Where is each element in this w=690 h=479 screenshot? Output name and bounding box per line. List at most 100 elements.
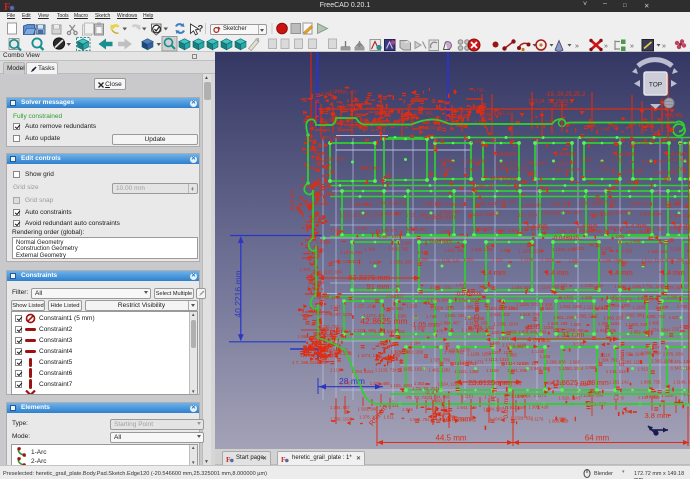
svg-text:1 349, 345: 1 349, 345 <box>556 228 576 233</box>
svg-text:1163, 122, 1882: 1163, 122, 1882 <box>486 306 519 311</box>
svg-text:1.4 mm: 1.4 mm <box>614 151 636 158</box>
svg-text:1 936: 1 936 <box>581 295 592 300</box>
svg-text:1 971, 1376: 1 971, 1376 <box>360 213 383 218</box>
svg-text:1 485: 1 485 <box>463 305 474 310</box>
svg-text:1 370: 1 370 <box>300 267 311 272</box>
svg-text:1 1169: 1 1169 <box>486 368 499 373</box>
svg-text:1 562, 480: 1 562, 480 <box>381 211 401 216</box>
svg-text:1 276: 1 276 <box>599 166 610 171</box>
svg-text:1 415, 1115: 1 415, 1115 <box>670 213 690 218</box>
svg-text:1 1010: 1 1010 <box>541 257 554 262</box>
svg-text:1 106: 1 106 <box>364 246 375 251</box>
svg-text:1 1257, 746: 1 1257, 746 <box>554 160 577 165</box>
svg-text:1 531: 1 531 <box>330 228 341 233</box>
svg-text:1 851, 168: 1 851, 168 <box>406 213 426 218</box>
svg-text:»: » <box>604 43 608 50</box>
svg-text:▩1314,1313: ▩1314,1313 <box>501 361 527 366</box>
svg-text:1 1095: 1 1095 <box>612 234 625 239</box>
svg-text:1 1153: 1 1153 <box>536 186 549 191</box>
svg-text:1 493: 1 493 <box>418 257 429 262</box>
svg-text:?: ? <box>198 24 204 35</box>
svg-text:1 819, 730: 1 819, 730 <box>520 312 540 317</box>
svg-text:1 1200: 1 1200 <box>488 330 501 335</box>
svg-text:1, 197, 228, 230: 1, 197, 228, 230 <box>300 353 333 358</box>
svg-text:1 229: 1 229 <box>407 304 418 309</box>
svg-text:»: » <box>575 43 579 50</box>
svg-text:1 1006: 1 1006 <box>629 284 642 289</box>
svg-text:1 1071, 172: 1 1071, 172 <box>495 160 518 165</box>
svg-text:1 299: 1 299 <box>440 229 451 234</box>
svg-text:1 749: 1 749 <box>677 304 688 309</box>
svg-text:1 991, 940: 1 991, 940 <box>507 368 527 373</box>
svg-text:1 485: 1 485 <box>649 321 660 326</box>
svg-text:1 746: 1 746 <box>340 380 351 385</box>
svg-text:1.4 mm: 1.4 mm <box>576 223 598 230</box>
svg-text:1 386: 1 386 <box>500 248 511 253</box>
svg-text:83.3375 mm: 83.3375 mm <box>348 273 390 282</box>
svg-text:1 658: 1 658 <box>586 365 597 370</box>
svg-text:1 206: 1 206 <box>667 294 678 299</box>
svg-text:44.5 mm: 44.5 mm <box>435 434 466 443</box>
svg-text:1 425, 1087: 1 425, 1087 <box>422 201 445 206</box>
svg-text:1 181: 1 181 <box>513 344 524 349</box>
svg-text:1 275, 121: 1 275, 121 <box>612 296 632 301</box>
svg-text:1 282, 142: 1 282, 142 <box>609 380 629 385</box>
svg-text:1 522: 1 522 <box>370 260 381 265</box>
svg-text:1 1155, 1028: 1 1155, 1028 <box>400 367 425 372</box>
svg-text:1 1328: 1 1328 <box>560 295 573 300</box>
svg-text:1 1263, 380: 1 1263, 380 <box>621 313 644 318</box>
svg-text:0.05 mm: 0.05 mm <box>503 393 510 418</box>
svg-text:5 mm: 5 mm <box>619 350 626 366</box>
svg-text:1 482, 1281: 1 482, 1281 <box>428 368 451 373</box>
svg-text:42.8625 mm: 42.8625 mm <box>360 316 407 326</box>
svg-text:1 1121, 731: 1 1121, 731 <box>662 114 684 119</box>
svg-text:1 674: 1 674 <box>581 157 592 162</box>
svg-text:1 543, 1311: 1 543, 1311 <box>430 284 452 289</box>
svg-text:1 583, 454: 1 583, 454 <box>446 202 466 207</box>
svg-text:1.4 mm: 1.4 mm <box>661 270 685 277</box>
svg-text:1 1393, 473: 1 1393, 473 <box>334 89 357 94</box>
svg-text:1 1295, 149: 1 1295, 149 <box>581 283 604 288</box>
svg-text:1 604: 1 604 <box>340 329 351 334</box>
svg-text:1 646, 687: 1 646, 687 <box>530 366 550 371</box>
svg-text:1.4 mm: 1.4 mm <box>545 270 569 277</box>
svg-text:1 1133, 714: 1 1133, 714 <box>375 368 397 373</box>
svg-text:1 327: 1 327 <box>330 305 341 310</box>
svg-text:1.4 mm: 1.4 mm <box>625 223 647 230</box>
svg-text:-0.048935...: -0.048935... <box>455 292 487 298</box>
svg-text:1 324, 677: 1 324, 677 <box>629 201 649 206</box>
svg-text:1 768: 1 768 <box>426 314 437 319</box>
svg-text:1 786, 653: 1 786, 653 <box>472 227 492 232</box>
svg-text:1 914, 402: 1 914, 402 <box>490 312 510 317</box>
svg-text:1 397, 1038: 1 397, 1038 <box>330 312 353 317</box>
svg-text:1 274, 344: 1 274, 344 <box>648 328 668 333</box>
svg-text:1 502: 1 502 <box>394 329 405 334</box>
svg-text:1 611: 1 611 <box>384 414 395 419</box>
svg-text:-0.048935...: -0.048935... <box>552 236 584 242</box>
svg-text:F: F <box>226 456 231 463</box>
svg-text:1 737: 1 737 <box>571 167 582 172</box>
svg-text:1 122, 1060: 1 122, 1060 <box>515 213 538 218</box>
svg-text:1 1198: 1 1198 <box>580 392 593 397</box>
svg-text:1 1397: 1 1397 <box>488 211 501 216</box>
svg-text:1.4 mm: 1.4 mm <box>494 151 516 158</box>
svg-text:1 1200: 1 1200 <box>520 257 533 262</box>
svg-text:4 mm: 4 mm <box>527 337 545 344</box>
svg-text:1 322, 394: 1 322, 394 <box>644 227 664 232</box>
svg-text:1 677, 882: 1 677, 882 <box>445 113 465 118</box>
svg-text:1 835, 782: 1 835, 782 <box>389 246 409 251</box>
svg-text:-2, 4: -2, 4 <box>425 390 435 395</box>
svg-text:1 1353, 280: 1 1353, 280 <box>390 259 413 264</box>
svg-text:1 876, 770: 1 876, 770 <box>496 199 516 204</box>
svg-text:3.0625 mm: 3.0625 mm <box>425 215 455 221</box>
svg-text:1 957, 1347: 1 957, 1347 <box>379 234 402 239</box>
svg-text:1 320, 1145: 1 320, 1145 <box>559 396 581 401</box>
svg-text:1 498: 1 498 <box>630 238 641 243</box>
svg-text:1 168, 971: 1 168, 971 <box>511 285 531 290</box>
svg-text:1 1265, 1361: 1 1265, 1361 <box>462 158 487 163</box>
svg-text:1 457: 1 457 <box>587 137 598 142</box>
svg-text:1 1040: 1 1040 <box>440 167 453 172</box>
svg-text:1 943, 1285: 1 943, 1285 <box>560 304 583 309</box>
svg-text:1.05 mm: 1.05 mm <box>474 300 481 327</box>
svg-text:»: » <box>662 43 666 50</box>
